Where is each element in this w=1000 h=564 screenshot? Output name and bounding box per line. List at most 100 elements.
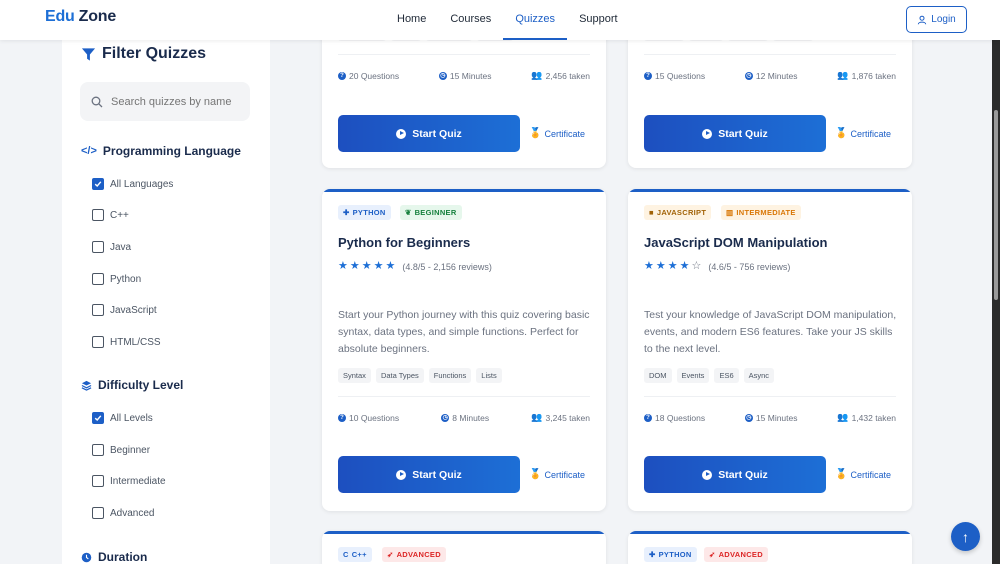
search-input[interactable] xyxy=(111,95,231,108)
filter-option-intermediate[interactable]: Intermediate xyxy=(92,475,166,487)
language-badge: ✚ PYTHON xyxy=(338,205,391,220)
option-label: HTML/CSS xyxy=(110,336,161,348)
play-icon xyxy=(396,469,407,480)
tag-list: Syntax Data Types Functions Lists xyxy=(338,368,502,383)
checkbox[interactable] xyxy=(92,209,104,221)
login-label: Login xyxy=(931,14,956,25)
certificate-link[interactable]: 🏅 Certificate xyxy=(835,128,891,139)
certificate-label: Certificate xyxy=(544,469,585,480)
checkbox[interactable] xyxy=(92,273,104,285)
window-scrollbar-thumb[interactable] xyxy=(994,110,998,300)
option-label: Java xyxy=(110,241,132,253)
start-quiz-button[interactable]: Start Quiz xyxy=(338,115,520,152)
play-icon xyxy=(702,128,713,139)
filter-option-all-languages[interactable]: All Languages xyxy=(92,178,173,190)
start-quiz-label: Start Quiz xyxy=(412,127,462,140)
card-divider xyxy=(338,396,590,397)
level-badge-text: BEGINNER xyxy=(414,208,457,217)
card-accent-bar xyxy=(322,189,606,192)
main-nav: Home Courses Quizzes Support xyxy=(385,0,630,40)
stat-taken-text: 1,432 taken xyxy=(851,412,896,423)
star-icon: ★ xyxy=(385,260,396,272)
award-icon: 🏅 xyxy=(835,469,848,480)
filter-option-java[interactable]: Java xyxy=(92,241,131,253)
stat-questions: ? 18 Questions xyxy=(644,412,705,423)
filter-option-python[interactable]: Python xyxy=(92,273,141,285)
quiz-description: Test your knowledge of JavaScript DOM ma… xyxy=(644,309,897,355)
certificate-link[interactable]: 🏅 Certificate xyxy=(529,469,585,480)
rocket-icon: ➶ xyxy=(387,550,394,559)
checkbox-checked[interactable] xyxy=(92,178,104,190)
filter-option-beginner[interactable]: Beginner xyxy=(92,444,150,456)
certificate-label: Certificate xyxy=(850,128,891,139)
card-accent-bar xyxy=(628,531,912,534)
search-box xyxy=(80,82,250,121)
tag: Async xyxy=(743,368,775,383)
python-icon: ✚ xyxy=(343,208,350,217)
stat-questions: ? 20 Questions xyxy=(338,70,399,81)
rating: ★ ★ ★ ★ ☆ (4.6/5 - 756 reviews) xyxy=(644,261,790,272)
card-divider xyxy=(644,396,896,397)
difficulty-title-text: Difficulty Level xyxy=(98,378,184,392)
code-icon: </> xyxy=(81,145,97,157)
language-badge-text: JAVASCRIPT xyxy=(656,208,707,217)
nav-courses[interactable]: Courses xyxy=(438,0,503,40)
nav-quizzes[interactable]: Quizzes xyxy=(503,0,568,40)
tag: Events xyxy=(676,368,710,383)
play-icon xyxy=(396,128,407,139)
level-badge-text: ADVANCED xyxy=(396,550,441,559)
start-quiz-button[interactable]: Start Quiz xyxy=(338,456,520,493)
checkbox[interactable] xyxy=(92,507,104,519)
top-nav-bar: Edu Zone Home Courses Quizzes Support Log… xyxy=(0,0,1000,40)
arrow-up-icon: ↑ xyxy=(962,528,969,545)
seedling-icon: ❦ xyxy=(405,208,412,217)
start-quiz-button[interactable]: Start Quiz xyxy=(644,115,826,152)
certificate-link[interactable]: 🏅 Certificate xyxy=(835,469,891,480)
star-icon: ★ xyxy=(361,260,372,272)
certificate-link[interactable]: 🏅 Certificate xyxy=(529,128,585,139)
checkbox[interactable] xyxy=(92,444,104,456)
card-stats: ? 18 Questions ◷ 15 Minutes 👥 1,432 taken xyxy=(644,412,896,423)
filter-option-html-css[interactable]: HTML/CSS xyxy=(92,336,161,348)
start-quiz-button[interactable]: Start Quiz xyxy=(644,456,826,493)
card-accent-bar xyxy=(628,189,912,192)
level-badge: ▥ INTERMEDIATE xyxy=(721,205,801,220)
checkbox[interactable] xyxy=(92,336,104,348)
quiz-card-javascript-dom: ■ JAVASCRIPT ▥ INTERMEDIATE JavaScript DOM… xyxy=(628,189,912,511)
language-section-title: </> Programming Language xyxy=(81,144,241,158)
stat-taken: 👥 1,876 taken xyxy=(837,70,896,81)
tag: ES6 xyxy=(714,368,739,383)
tag: Functions xyxy=(428,368,472,383)
back-to-top-button[interactable]: ↑ xyxy=(951,522,980,551)
login-button[interactable]: Login xyxy=(906,6,967,33)
checkbox-checked[interactable] xyxy=(92,412,104,424)
rating-text: (4.8/5 - 2,156 reviews) xyxy=(402,261,492,272)
card-divider xyxy=(644,54,896,55)
duration-title-text: Duration xyxy=(98,550,148,564)
level-badge-text: INTERMEDIATE xyxy=(736,208,796,217)
checkbox[interactable] xyxy=(92,475,104,487)
filter-option-advanced[interactable]: Advanced xyxy=(92,507,154,519)
option-label: Advanced xyxy=(110,507,155,519)
cpp-icon: C xyxy=(343,550,349,559)
play-icon xyxy=(702,469,713,480)
card-divider xyxy=(338,54,590,55)
award-icon: 🏅 xyxy=(529,469,542,480)
checkbox[interactable] xyxy=(92,241,104,253)
nav-support[interactable]: Support xyxy=(567,0,630,40)
nav-home[interactable]: Home xyxy=(385,0,438,40)
question-icon: ? xyxy=(338,413,346,422)
filter-option-javascript[interactable]: JavaScript xyxy=(92,304,157,316)
option-label: JavaScript xyxy=(110,304,157,316)
stat-questions-text: 15 Questions xyxy=(655,70,706,81)
brand-logo[interactable]: Edu Zone xyxy=(45,8,116,26)
filter-option-cpp[interactable]: C++ xyxy=(92,209,129,221)
stat-time: ◷ 12 Minutes xyxy=(744,70,798,81)
filter-option-all-levels[interactable]: All Levels xyxy=(92,412,153,424)
language-badge-text: PYTHON xyxy=(658,550,692,559)
filter-title: Filter Quizzes xyxy=(81,45,206,63)
difficulty-section-title: Difficulty Level xyxy=(81,378,183,392)
users-icon: 👥 xyxy=(837,412,849,422)
checkbox[interactable] xyxy=(92,304,104,316)
certificate-label: Certificate xyxy=(544,128,585,139)
